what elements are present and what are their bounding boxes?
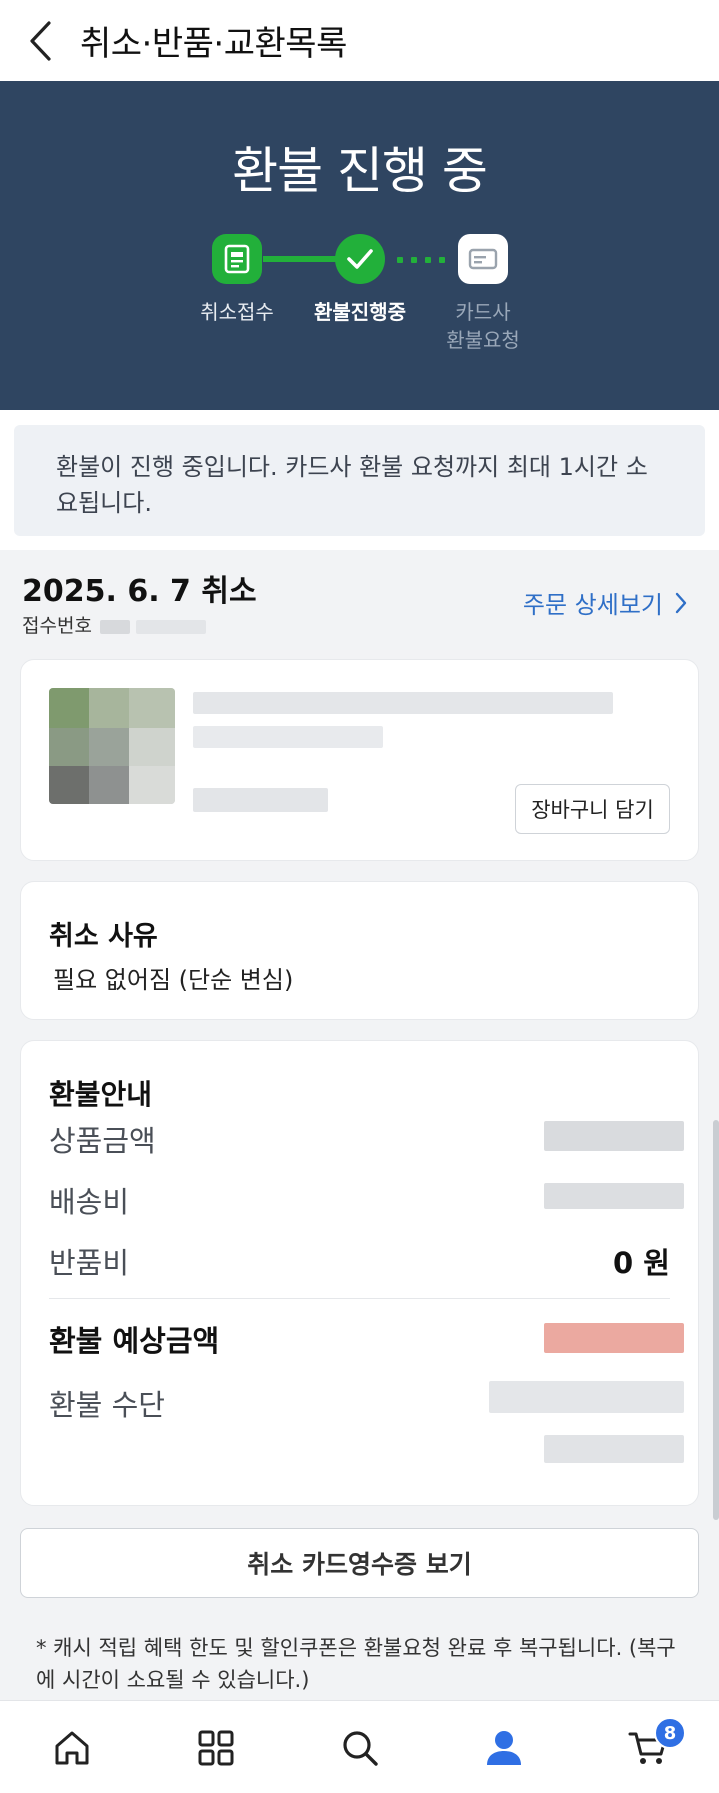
step-label: 환불진행중 [314, 300, 406, 324]
order-number: 접수번호 [22, 611, 207, 638]
refund-info-card: 환불안내 상품금액 배송비 반품비 0 원 환불 예상금액 환불 수단 [20, 1040, 699, 1506]
shipping-fee-value-redacted [544, 1183, 684, 1209]
scrollbar[interactable] [713, 1120, 719, 1520]
step-circle [458, 234, 508, 284]
product-option-redacted [193, 788, 328, 812]
refund-method-label: 환불 수단 [49, 1388, 165, 1422]
nav-cart[interactable]: 8 [598, 1701, 698, 1793]
chevron-left-icon [30, 20, 51, 61]
view-card-receipt-button[interactable]: 취소 카드영수증 보기 [20, 1528, 699, 1598]
notice-section: 환불이 진행 중입니다. 카드사 환불 요청까지 최대 1시간 소요됩니다. [0, 410, 719, 550]
step-cancel-received: 취소접수 [167, 234, 307, 326]
page-title: 취소·반품·교환목록 [80, 24, 347, 64]
product-thumbnail[interactable] [49, 688, 175, 804]
refund-method-value-redacted [489, 1381, 684, 1463]
back-button[interactable] [0, 0, 80, 81]
cart-count-badge: 8 [654, 1717, 686, 1749]
search-icon [343, 1730, 378, 1766]
product-card: 장바구니 담기 [20, 659, 699, 861]
refund-info-title: 환불안내 [49, 1078, 153, 1111]
step-circle [335, 234, 385, 284]
nav-home[interactable] [22, 1701, 122, 1793]
product-name-redacted [193, 692, 613, 748]
refund-notice: 환불이 진행 중입니다. 카드사 환불 요청까지 최대 1시간 소요됩니다. [14, 425, 705, 536]
grid-icon [198, 1730, 234, 1765]
shipping-fee-label: 배송비 [49, 1185, 130, 1219]
document-icon [224, 244, 250, 274]
step-card-refund-request: 카드사 환불요청 [413, 234, 553, 354]
cancel-reason-text: 필요 없어짐 (단순 변심) [53, 966, 294, 994]
order-detail-link[interactable]: 주문 상세보기 [523, 585, 687, 620]
refund-status-panel: 환불 진행 중 취소접수 환불진행중 카드사 환불요청 [0, 81, 719, 410]
cancel-reason-title: 취소 사유 [49, 921, 158, 952]
refund-footnote: * 캐시 적립 혜택 한도 및 할인쿠폰은 환불요청 완료 후 복구됩니다. (… [36, 1636, 676, 1692]
step-label: 카드사 환불요청 [446, 300, 520, 352]
top-header: 취소·반품·교환목록 [0, 0, 719, 81]
add-to-cart-button[interactable]: 장바구니 담기 [515, 784, 670, 834]
user-icon [487, 1730, 521, 1765]
expected-refund-label: 환불 예상금액 [49, 1324, 220, 1358]
check-icon [347, 249, 373, 269]
refund-divider [49, 1298, 670, 1299]
chevron-right-icon [675, 592, 687, 613]
return-fee-value: 0 원 [613, 1246, 670, 1280]
status-title: 환불 진행 중 [232, 142, 488, 200]
card-icon [468, 248, 498, 270]
nav-search[interactable] [310, 1701, 410, 1793]
nav-my-page[interactable] [454, 1701, 554, 1793]
bottom-navigation: 8 [0, 1700, 719, 1793]
product-amount-value-redacted [544, 1121, 684, 1151]
order-cancel-date: 2025. 6. 7 취소 [22, 574, 257, 609]
step-refund-in-progress: 환불진행중 [290, 234, 430, 326]
cancel-reason-card: 취소 사유 필요 없어짐 (단순 변심) [20, 881, 699, 1020]
return-fee-label: 반품비 [49, 1246, 130, 1280]
step-circle [212, 234, 262, 284]
product-amount-label: 상품금액 [49, 1124, 156, 1158]
step-label: 취소접수 [200, 300, 274, 324]
nav-categories[interactable] [166, 1701, 266, 1793]
expected-refund-value-redacted [544, 1323, 684, 1353]
home-icon [55, 1731, 89, 1764]
